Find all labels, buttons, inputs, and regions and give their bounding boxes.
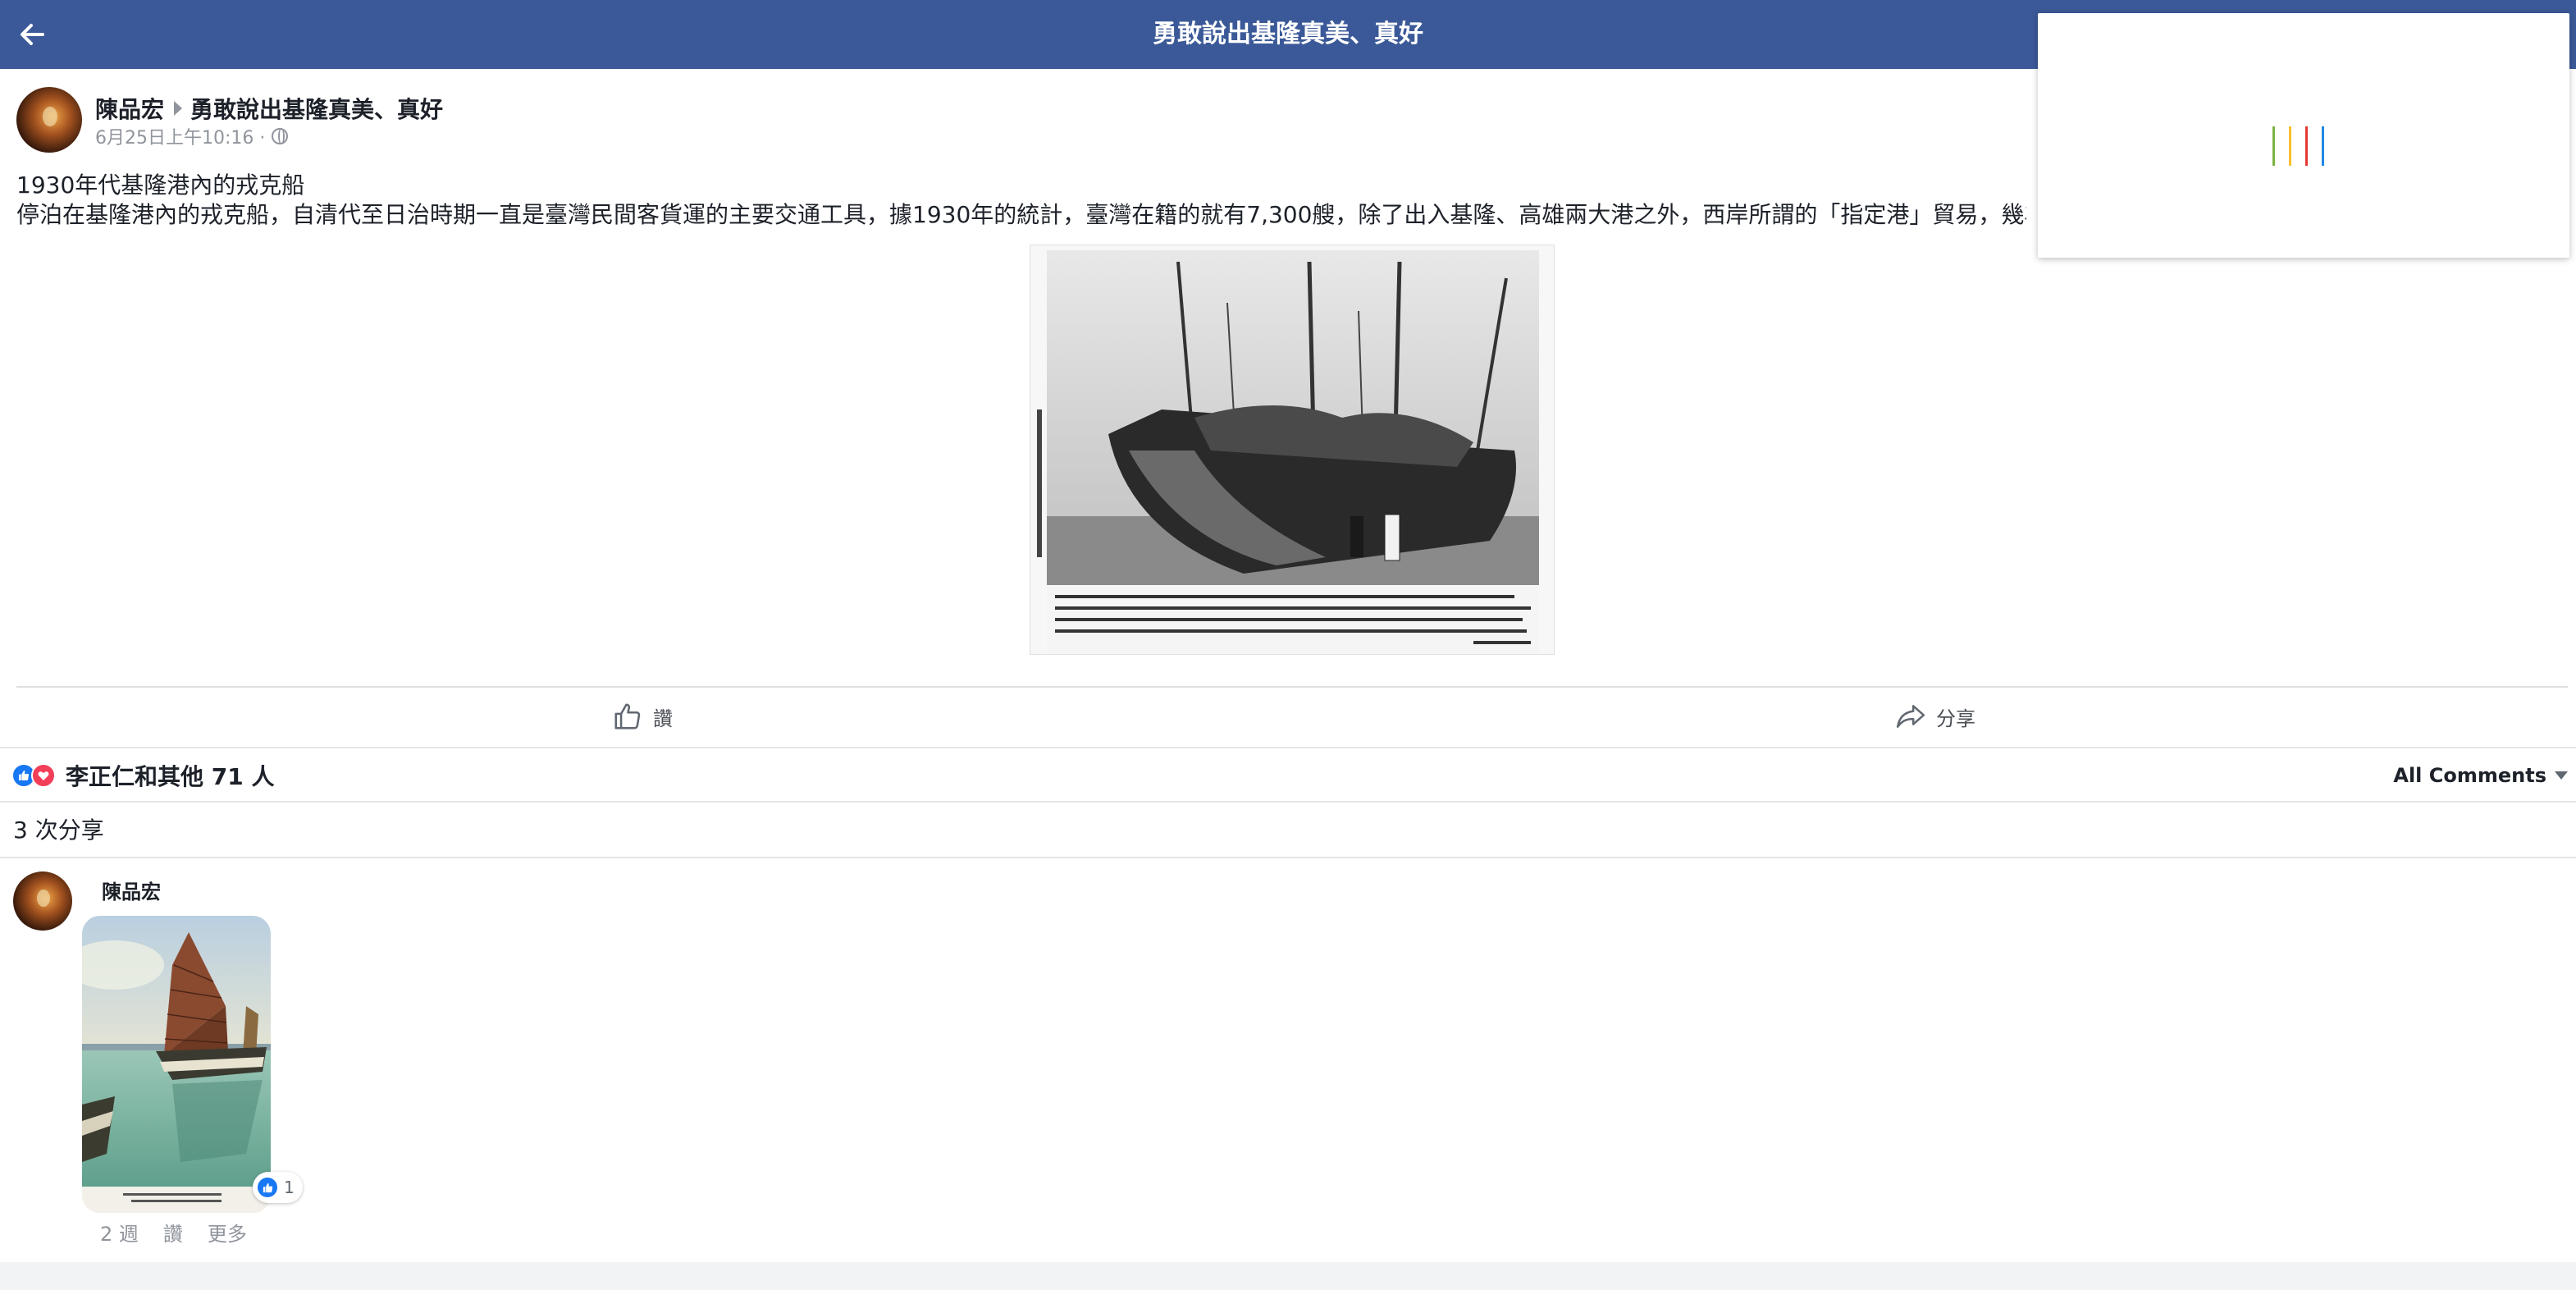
- comment-photo[interactable]: [82, 916, 271, 1213]
- comment-reactions-badge[interactable]: 1: [253, 1172, 303, 1203]
- comment-author[interactable]: 陳品宏: [102, 878, 161, 906]
- divider: [16, 686, 2568, 688]
- loading-spinner-bar: [2289, 126, 2291, 166]
- post-meta: 6月25日上午10:16 ·: [95, 123, 289, 149]
- page-footer-band: [0, 1262, 2576, 1290]
- post-photo[interactable]: [1030, 245, 1555, 655]
- reactions-summary[interactable]: 李正仁和其他 71 人: [11, 755, 274, 796]
- thumbs-up-icon: [614, 703, 641, 730]
- like-reaction-icon: [256, 1176, 279, 1199]
- all-comments-dropdown[interactable]: All Comments: [2393, 755, 2568, 796]
- reactions-summary-text: 李正仁和其他 71 人: [66, 763, 275, 790]
- globe-icon: [272, 128, 289, 144]
- caret-right-icon: [174, 101, 183, 116]
- like-button-label: 讚: [653, 707, 673, 730]
- loading-spinner-bar: [2272, 126, 2275, 166]
- author-avatar[interactable]: [16, 87, 82, 153]
- share-button-label: 分享: [1936, 707, 1975, 730]
- comment-actions: 2 週 讚 更多: [100, 1216, 272, 1247]
- share-arrow-icon: [1896, 705, 1925, 728]
- comment-more-link[interactable]: 更多: [208, 1218, 247, 1247]
- shares-count[interactable]: 3 次分享: [13, 812, 104, 849]
- commenter-avatar[interactable]: [13, 871, 72, 931]
- group-name-link[interactable]: 勇敢說出基隆真美、真好: [190, 92, 443, 125]
- junk-boat-photo: [1037, 250, 1539, 652]
- post-timestamp[interactable]: 6月25日上午10:16 ·: [95, 123, 265, 149]
- post-text-line: 停泊在基隆港內的戎克船，自清代至日治時期一直是臺灣民間客貨運的主要交通工具，據1…: [16, 201, 2026, 228]
- love-reaction-icon: [31, 763, 56, 788]
- loading-spinner-bar: [2322, 126, 2324, 166]
- loading-popup: [2038, 13, 2569, 258]
- all-comments-label: All Comments: [2393, 764, 2546, 787]
- post-text-line: 1930年代基隆港內的戎克船: [16, 172, 305, 199]
- post-text: 1930年代基隆港內的戎克船 停泊在基隆港內的戎克船，自清代至日治時期一直是臺灣…: [16, 171, 2026, 230]
- author-name-link[interactable]: 陳品宏: [95, 92, 164, 125]
- divider: [0, 857, 2576, 858]
- like-button[interactable]: 讚: [612, 696, 673, 737]
- comment-time[interactable]: 2 週: [100, 1218, 139, 1247]
- loading-spinner-bar: [2305, 126, 2308, 166]
- sailboat-postcard-image: [82, 916, 271, 1213]
- comment-like-count: 1: [284, 1178, 295, 1197]
- comment-like-link[interactable]: 讚: [163, 1218, 183, 1247]
- caret-down-icon: [2555, 771, 2568, 780]
- divider: [0, 747, 2576, 748]
- post-author-line: 陳品宏 勇敢說出基隆真美、真好: [95, 92, 443, 125]
- share-button[interactable]: 分享: [1895, 696, 1975, 737]
- divider: [0, 801, 2576, 803]
